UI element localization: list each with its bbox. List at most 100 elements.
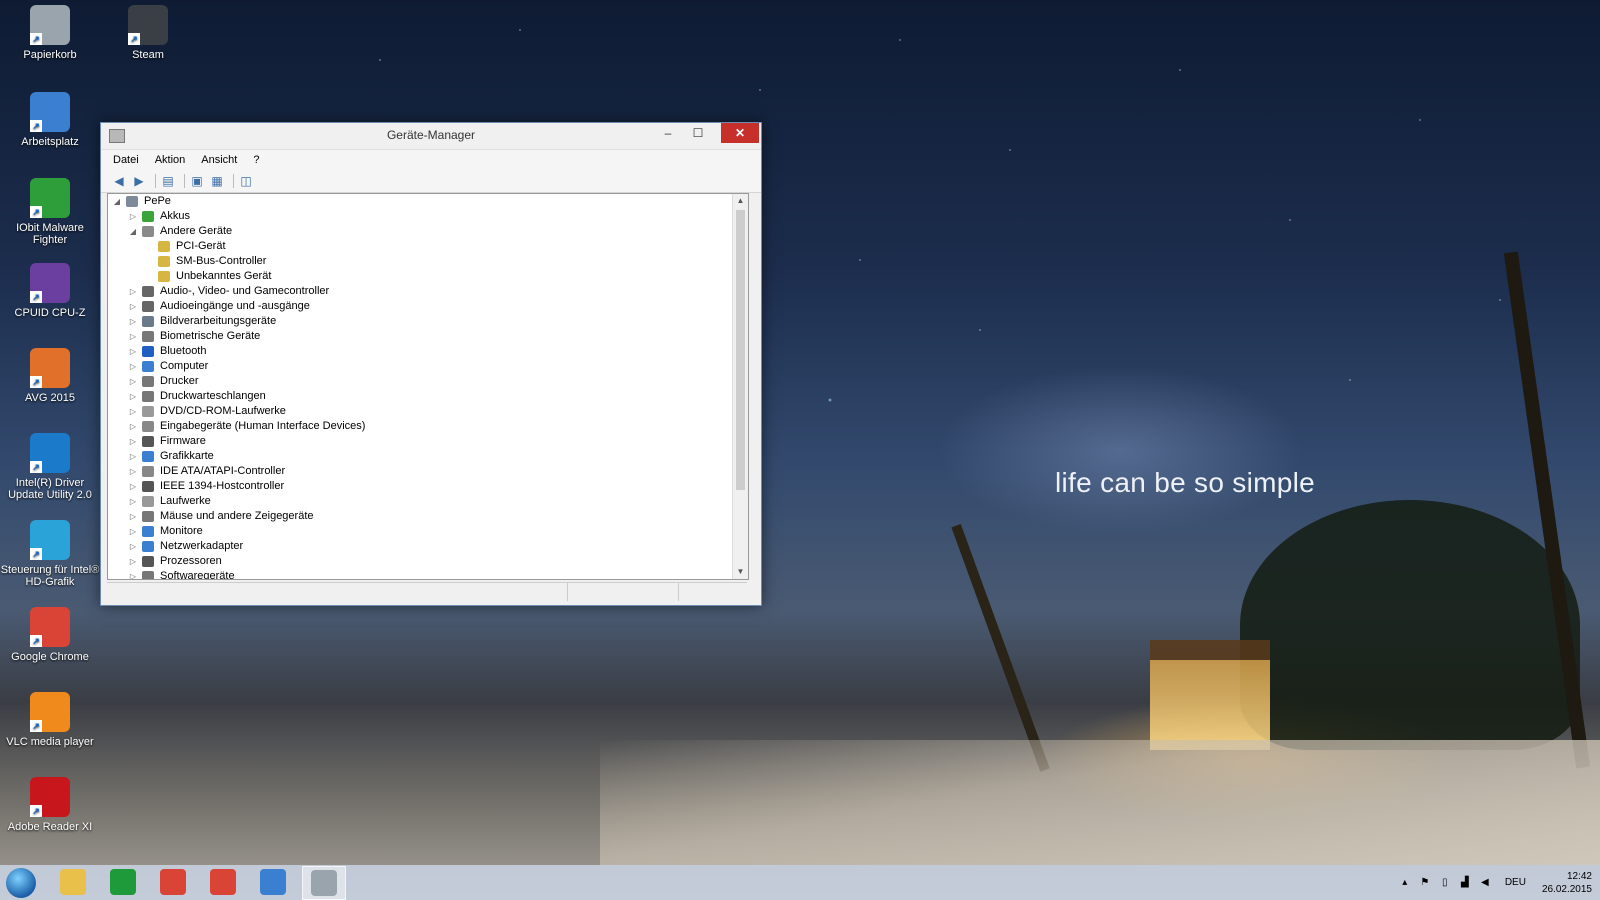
collapsed-arrow-icon[interactable]: ▷ <box>128 389 138 404</box>
tree-item[interactable]: ▷ IEEE 1394-Hostcontroller <box>108 479 748 494</box>
collapsed-arrow-icon[interactable]: ▷ <box>128 404 138 419</box>
collapsed-arrow-icon[interactable]: ▷ <box>128 374 138 389</box>
close-button[interactable]: ✕ <box>721 123 759 143</box>
language-indicator[interactable]: DEU <box>1505 877 1526 888</box>
flag-icon[interactable]: ⚑ <box>1419 877 1431 889</box>
collapsed-arrow-icon[interactable]: ▷ <box>128 524 138 539</box>
vertical-scrollbar[interactable]: ▲ ▼ <box>732 194 748 579</box>
device-tree[interactable]: ◢ PePe ▷ Akkus ◢ Andere Geräte PCI-Gerät SM-Bus… <box>107 193 749 580</box>
collapsed-arrow-icon[interactable]: ▷ <box>128 554 138 569</box>
taskbar-button[interactable] <box>152 866 194 898</box>
properties-view-icon[interactable]: ▤ <box>160 173 176 189</box>
desktop-icon[interactable]: ↗ Papierkorb <box>0 5 100 61</box>
taskbar-button[interactable] <box>202 866 244 898</box>
desktop-icon[interactable]: ↗ Google Chrome <box>0 607 100 663</box>
scan-hardware-icon[interactable]: ◫ <box>238 173 254 189</box>
tree-item[interactable]: ▷ Prozessoren <box>108 554 748 569</box>
tree-item[interactable]: ▷ Bluetooth <box>108 344 748 359</box>
menu-ansicht[interactable]: Ansicht <box>201 154 237 166</box>
volume-icon[interactable]: ◀ <box>1479 877 1491 889</box>
collapsed-arrow-icon[interactable]: ▷ <box>128 419 138 434</box>
tree-item[interactable]: ▷ Mäuse und andere Zeigegeräte <box>108 509 748 524</box>
desktop-icon[interactable]: ↗ Steam <box>98 5 198 61</box>
clock[interactable]: 12:42 26.02.2015 <box>1542 870 1592 896</box>
device-manager-window[interactable]: Geräte-Manager – ☐ ✕ Datei Aktion Ansich… <box>100 122 762 606</box>
tree-item[interactable]: ▷ Eingabegeräte (Human Interface Devices) <box>108 419 748 434</box>
expanded-arrow-icon[interactable]: ◢ <box>112 194 122 209</box>
desktop-icon[interactable]: ↗ IObit Malware Fighter <box>0 178 100 246</box>
tree-item[interactable]: ▷ Audio-, Video- und Gamecontroller <box>108 284 748 299</box>
tree-item[interactable]: ▷ DVD/CD-ROM-Laufwerke <box>108 404 748 419</box>
collapsed-arrow-icon[interactable]: ▷ <box>128 209 138 224</box>
taskbar-button[interactable] <box>252 866 294 898</box>
desktop-icon[interactable]: ↗ VLC media player <box>0 692 100 748</box>
collapsed-arrow-icon[interactable]: ▷ <box>128 479 138 494</box>
taskbar-button[interactable] <box>52 866 94 898</box>
start-button[interactable] <box>6 867 36 898</box>
tree-item[interactable]: ▷ Bildverarbeitungsgeräte <box>108 314 748 329</box>
tree-item[interactable]: ▷ Netzwerkadapter <box>108 539 748 554</box>
tree-item[interactable]: Unbekanntes Gerät <box>108 269 748 284</box>
tree-item[interactable]: SM-Bus-Controller <box>108 254 748 269</box>
scroll-up-icon[interactable]: ▲ <box>733 194 748 208</box>
tray-overflow-icon[interactable]: ▴ <box>1399 877 1411 889</box>
tree-item-label: PePe <box>144 195 171 207</box>
desktop-icon[interactable]: ↗ AVG 2015 <box>0 348 100 404</box>
collapsed-arrow-icon[interactable]: ▷ <box>128 299 138 314</box>
collapsed-arrow-icon[interactable]: ▷ <box>128 449 138 464</box>
taskbar-button[interactable] <box>102 866 144 898</box>
collapsed-arrow-icon[interactable]: ▷ <box>128 464 138 479</box>
tree-item[interactable]: ▷ Biometrische Geräte <box>108 329 748 344</box>
collapsed-arrow-icon[interactable]: ▷ <box>128 509 138 524</box>
expanded-arrow-icon[interactable]: ◢ <box>128 224 138 239</box>
taskbar-button[interactable] <box>302 865 346 900</box>
tree-item[interactable]: ▷ Monitore <box>108 524 748 539</box>
desktop-icon[interactable]: ↗ Intel(R) Driver Update Utility 2.0 <box>0 433 100 501</box>
forward-arrow-icon[interactable]: ▶ <box>131 173 147 189</box>
tree-item[interactable]: ▷ Akkus <box>108 209 748 224</box>
tree-item[interactable]: ▷ Drucker <box>108 374 748 389</box>
scroll-down-icon[interactable]: ▼ <box>733 565 748 579</box>
tree-item[interactable]: ▷ IDE ATA/ATAPI-Controller <box>108 464 748 479</box>
menu-help[interactable]: ? <box>253 154 259 166</box>
collapsed-arrow-icon[interactable]: ▷ <box>128 494 138 509</box>
tree-item[interactable]: PCI-Gerät <box>108 239 748 254</box>
collapsed-arrow-icon[interactable]: ▷ <box>128 329 138 344</box>
menu-datei[interactable]: Datei <box>113 154 139 166</box>
desktop-icon[interactable]: ↗ CPUID CPU-Z <box>0 263 100 319</box>
tree-item[interactable]: ▷ Softwaregeräte <box>108 569 748 579</box>
toolbar: ◀ ▶ ▤ ▣ ▦ ◫ <box>101 170 761 193</box>
network-icon[interactable]: ▟ <box>1459 877 1471 889</box>
collapsed-arrow-icon[interactable]: ▷ <box>128 539 138 554</box>
tree-item[interactable]: ▷ Grafikkarte <box>108 449 748 464</box>
desktop-icon[interactable]: ↗ Adobe Reader XI <box>0 777 100 833</box>
help-icon[interactable]: ▣ <box>189 173 205 189</box>
menu-aktion[interactable]: Aktion <box>155 154 186 166</box>
clock-time: 12:42 <box>1566 870 1592 882</box>
back-arrow-icon[interactable]: ◀ <box>111 173 127 189</box>
tree-item[interactable]: ▷ Laufwerke <box>108 494 748 509</box>
collapsed-arrow-icon[interactable]: ▷ <box>128 434 138 449</box>
collapsed-arrow-icon[interactable]: ▷ <box>128 359 138 374</box>
title-bar[interactable]: Geräte-Manager – ☐ ✕ <box>101 123 761 149</box>
tree-item[interactable]: ▷ Druckwarteschlangen <box>108 389 748 404</box>
maximize-button[interactable]: ☐ <box>683 123 713 143</box>
collapsed-arrow-icon[interactable]: ▷ <box>128 284 138 299</box>
device-icon[interactable]: ▯ <box>1439 877 1451 889</box>
desktop-icon[interactable]: ↗ Steuerung für Intel® HD-Grafik <box>0 520 100 588</box>
scroll-thumb[interactable] <box>736 210 745 490</box>
tree-item[interactable]: ▷ Computer <box>108 359 748 374</box>
shortcut-arrow-icon: ↗ <box>30 720 42 732</box>
tree-item[interactable]: ▷ Firmware <box>108 434 748 449</box>
minimize-button[interactable]: – <box>653 123 683 143</box>
desktop-icon[interactable]: ↗ Arbeitsplatz <box>0 92 100 148</box>
tree-item[interactable]: ◢ Andere Geräte <box>108 224 748 239</box>
view-list-icon[interactable]: ▦ <box>209 173 225 189</box>
collapsed-arrow-icon[interactable]: ▷ <box>128 314 138 329</box>
collapsed-arrow-icon[interactable]: ▷ <box>128 344 138 359</box>
collapsed-arrow-icon[interactable]: ▷ <box>128 569 138 579</box>
tree-item[interactable]: ◢ PePe <box>108 194 748 209</box>
tree-item[interactable]: ▷ Audioeingänge und -ausgänge <box>108 299 748 314</box>
desktop-icon-label: Google Chrome <box>11 651 89 663</box>
tree-item-label: Andere Geräte <box>160 225 233 237</box>
